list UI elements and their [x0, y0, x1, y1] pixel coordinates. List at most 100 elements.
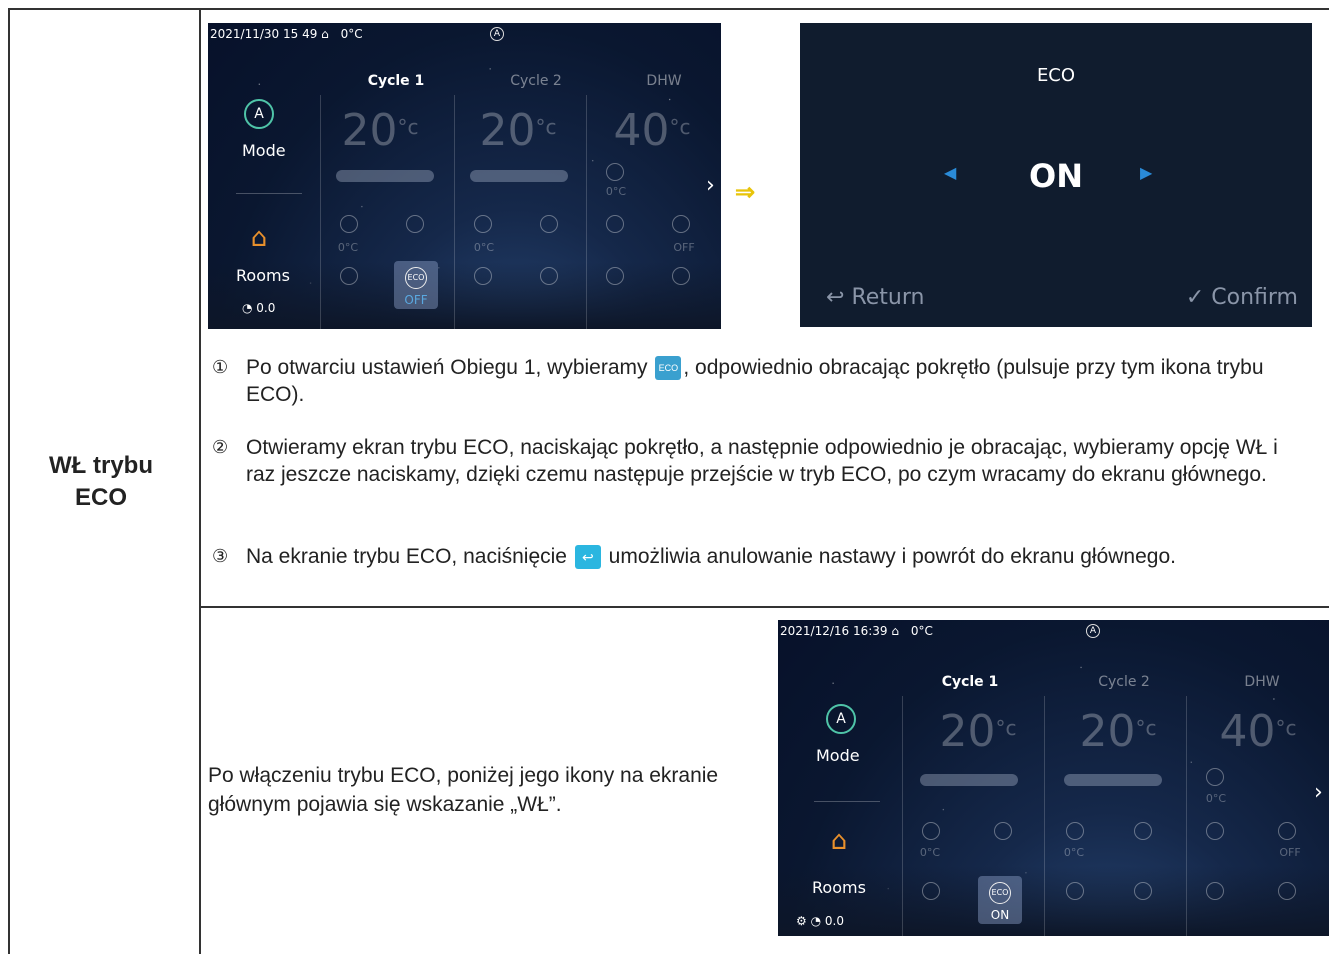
- side-separator: [814, 801, 880, 802]
- chevron-right-icon[interactable]: ▶: [1140, 163, 1152, 182]
- chevron-right-icon[interactable]: ›: [706, 173, 715, 198]
- eco-icon: ECO: [405, 267, 427, 289]
- mode-label[interactable]: Mode: [816, 746, 860, 765]
- chevron-right-icon[interactable]: ›: [1314, 780, 1323, 805]
- datetime: 2021/12/16 16:39: [780, 624, 888, 638]
- gauge-icon[interactable]: [606, 163, 624, 181]
- table-top-border: [8, 8, 1329, 10]
- table-left-border-lower: [8, 606, 10, 954]
- outdoor-temp: 0°C: [340, 27, 363, 41]
- tab-dhw[interactable]: DHW: [604, 73, 721, 89]
- tab-cycle-1[interactable]: Cycle 1: [910, 674, 1030, 690]
- weekly-icon[interactable]: [672, 215, 690, 233]
- eco-state: ON: [990, 908, 1010, 922]
- weekly-icon[interactable]: [1066, 882, 1084, 900]
- cycle2-temp: 20°c: [479, 105, 557, 156]
- rooms-label[interactable]: Rooms: [236, 266, 290, 285]
- timer-icon[interactable]: [606, 215, 624, 233]
- gauge-icon[interactable]: [922, 822, 940, 840]
- rooms-label[interactable]: Rooms: [812, 878, 866, 897]
- screen-horizon: [778, 866, 1329, 936]
- tab-cycle-1[interactable]: Cycle 1: [336, 73, 456, 89]
- timer-icon[interactable]: [1206, 822, 1224, 840]
- gauge-icon[interactable]: [1206, 768, 1224, 786]
- status-bar: 2021/12/16 16:39 ⌂ 0°C A: [780, 624, 1100, 638]
- gauge-icon[interactable]: [340, 215, 358, 233]
- column-separator: [1186, 696, 1187, 936]
- return-button[interactable]: ↩ Return: [826, 285, 924, 310]
- status-bar: 2021/11/30 15 49 ⌂ 0°C A: [210, 27, 504, 41]
- weekly-icon[interactable]: [474, 267, 492, 285]
- timer-icon[interactable]: [994, 822, 1012, 840]
- eco-tile[interactable]: ECO ON: [978, 876, 1022, 924]
- home-icon[interactable]: ⌂: [244, 223, 274, 253]
- eco-tile[interactable]: ECO OFF: [394, 261, 438, 309]
- auto-mode-icon: A: [1086, 624, 1100, 638]
- eco-setting-screen: ECO ◀ ON ▶ ↩ Return ✓ Confirm: [800, 23, 1312, 327]
- disinfect-icon[interactable]: [1206, 882, 1224, 900]
- dhw-small-off: OFF: [673, 241, 695, 254]
- timer-icon[interactable]: [540, 215, 558, 233]
- auto-mode-icon: A: [490, 27, 504, 41]
- weekly-icon[interactable]: [1278, 822, 1296, 840]
- cycle2-small-temp: 0°C: [1063, 846, 1085, 859]
- table-row-divider: [199, 606, 1329, 608]
- cycle2-level-bar: [1064, 774, 1162, 786]
- column-separator: [586, 95, 587, 329]
- instruction-step-1: ① Po otwarciu ustawień Obiegu 1, wybiera…: [212, 354, 1312, 408]
- gauge-icon[interactable]: [1066, 822, 1084, 840]
- eco-state: OFF: [404, 293, 428, 307]
- confirm-button[interactable]: ✓ Confirm: [1186, 285, 1298, 310]
- tab-dhw[interactable]: DHW: [1202, 674, 1322, 690]
- settings-icon: ⚙: [796, 914, 811, 928]
- instruction-step-3: ③ Na ekranie trybu ECO, naciśnięcie ↩ um…: [212, 543, 1312, 570]
- eco-icon: ECO: [655, 356, 682, 381]
- return-icon: ↩: [574, 545, 601, 570]
- mode-icon[interactable]: A: [826, 704, 856, 734]
- side-separator: [236, 193, 302, 194]
- mode-icon[interactable]: A: [244, 99, 274, 129]
- instruction-step-2: ② Otwieramy ekran trybu ECO, naciskając …: [212, 434, 1312, 488]
- cycle1-temp: 20°c: [939, 706, 1017, 757]
- cycle1-temp: 20°c: [341, 105, 419, 156]
- dhw-temp: 40°c: [613, 105, 691, 156]
- timer-icon[interactable]: [406, 215, 424, 233]
- timer-icon[interactable]: [1134, 822, 1152, 840]
- no-heating-icon[interactable]: [1278, 882, 1296, 900]
- step-number-2: ②: [212, 437, 229, 457]
- gauge-icon[interactable]: [474, 215, 492, 233]
- mode-label[interactable]: Mode: [242, 141, 286, 160]
- cycle2-level-bar: [470, 170, 568, 182]
- cycle2-small-temp: 0°C: [473, 241, 495, 254]
- cycle1-small-temp: 0°C: [919, 846, 941, 859]
- outdoor-temp: 0°C: [910, 624, 933, 638]
- column-separator: [454, 95, 455, 329]
- meter-readout: ◔ 0.0: [242, 301, 276, 315]
- weekly-icon[interactable]: [922, 882, 940, 900]
- dhw-temp: 40°c: [1219, 706, 1297, 757]
- eco-icon[interactable]: [540, 267, 558, 285]
- weekly-icon[interactable]: [340, 267, 358, 285]
- row-label: WŁ trybu ECO: [16, 450, 186, 514]
- dhw-small-temp: 0°C: [605, 185, 627, 198]
- step-text-2: Otwieramy ekran trybu ECO, naciskając po…: [246, 436, 1278, 486]
- cycle1-small-temp: 0°C: [337, 241, 359, 254]
- step-number-3: ③: [212, 546, 229, 566]
- return-icon: ↩: [826, 285, 852, 310]
- no-heating-icon[interactable]: [672, 267, 690, 285]
- eco-on-note: Po włączeniu trybu ECO, poniżej jego iko…: [208, 764, 719, 816]
- gauge-icon: ◔: [810, 914, 825, 928]
- thermometer-icon: ⌂: [891, 624, 900, 638]
- tab-cycle-2[interactable]: Cycle 2: [1064, 674, 1184, 690]
- eco-value[interactable]: ON: [800, 157, 1312, 195]
- cycle2-temp: 20°c: [1079, 706, 1157, 757]
- disinfect-icon[interactable]: [606, 267, 624, 285]
- home-icon[interactable]: ⌂: [824, 826, 854, 856]
- thermometer-icon: ⌂: [321, 27, 329, 41]
- eco-icon[interactable]: [1134, 882, 1152, 900]
- home-screen-1: 2021/11/30 15 49 ⌂ 0°C A Cycle 1 Cycle 2…: [208, 23, 721, 329]
- arrow-right-icon: ⇒: [735, 179, 756, 206]
- column-separator: [1044, 696, 1045, 936]
- dhw-small-off: OFF: [1279, 846, 1301, 859]
- tab-cycle-2[interactable]: Cycle 2: [476, 73, 596, 89]
